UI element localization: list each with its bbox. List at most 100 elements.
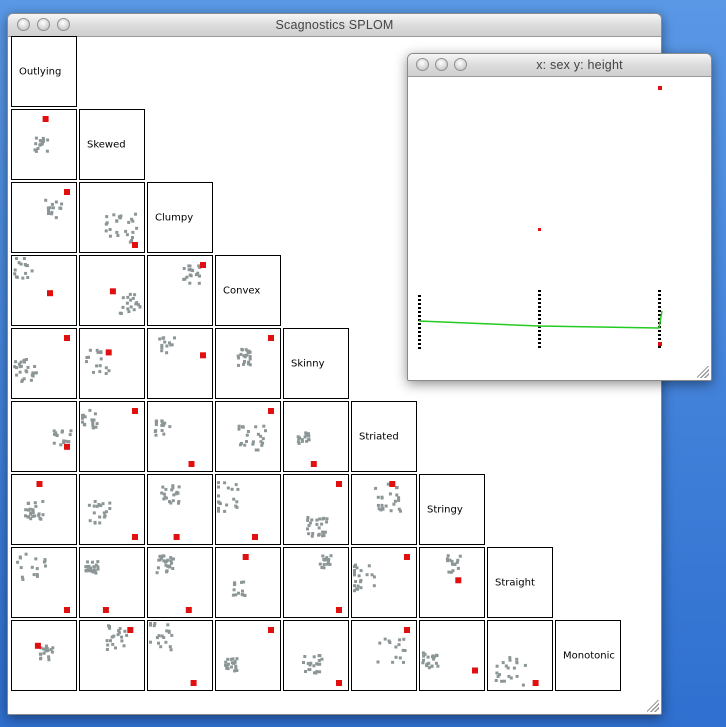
scatterplot-thumbnail[interactable] bbox=[147, 620, 213, 691]
data-point bbox=[86, 560, 89, 564]
scatterplot-thumbnail[interactable] bbox=[215, 474, 281, 545]
thumbnail-plot bbox=[13, 335, 70, 383]
scatterplot-titlebar[interactable]: x: sex y: height bbox=[408, 54, 711, 77]
strip-mark bbox=[538, 342, 541, 344]
data-point bbox=[154, 419, 158, 423]
scatterplot-thumbnail[interactable] bbox=[419, 547, 485, 618]
highlighted-point bbox=[132, 534, 138, 540]
data-point bbox=[26, 276, 30, 279]
data-point bbox=[174, 492, 178, 496]
data-point bbox=[388, 492, 392, 496]
data-point bbox=[114, 646, 117, 650]
scatterplot-thumbnail[interactable] bbox=[11, 109, 77, 180]
data-point bbox=[495, 671, 499, 675]
scagnostic-label: Straight bbox=[495, 577, 535, 588]
data-point bbox=[224, 663, 227, 667]
data-point bbox=[23, 360, 26, 364]
data-point bbox=[501, 661, 505, 665]
thumbnail-plot bbox=[296, 431, 317, 467]
data-point bbox=[92, 568, 96, 572]
scatterplot-thumbnail[interactable] bbox=[79, 328, 145, 399]
scatterplot-thumbnail[interactable] bbox=[11, 620, 77, 691]
scatterplot-thumbnail[interactable] bbox=[79, 255, 145, 326]
data-point bbox=[240, 425, 244, 429]
scatterplot-thumbnail[interactable] bbox=[147, 255, 213, 326]
data-point bbox=[162, 492, 166, 496]
scatterplot-thumbnail[interactable] bbox=[283, 547, 349, 618]
scagnostic-label: Skewed bbox=[87, 139, 126, 150]
scatterplot-thumbnail[interactable] bbox=[283, 474, 349, 545]
data-point bbox=[320, 522, 324, 526]
scatterplot-thumbnail[interactable] bbox=[11, 547, 77, 618]
scatterplot-thumbnail[interactable] bbox=[215, 620, 281, 691]
scatterplot-thumbnail[interactable] bbox=[79, 401, 145, 472]
scatterplot-thumbnail[interactable] bbox=[79, 474, 145, 545]
data-point bbox=[81, 416, 84, 420]
data-point bbox=[161, 485, 165, 489]
scatterplot-thumbnail[interactable] bbox=[487, 620, 553, 691]
data-point bbox=[112, 213, 116, 217]
scatterplot-thumbnail[interactable] bbox=[215, 401, 281, 472]
scatterplot-thumbnail[interactable] bbox=[11, 401, 77, 472]
data-point bbox=[22, 257, 26, 260]
scatterplot-thumbnail[interactable] bbox=[147, 328, 213, 399]
data-point bbox=[129, 305, 133, 309]
data-point bbox=[515, 661, 519, 665]
scatterplot-thumbnail[interactable] bbox=[79, 547, 145, 618]
scatterplot-thumbnail[interactable] bbox=[351, 547, 417, 618]
splom-titlebar[interactable]: Scagnostics SPLOM bbox=[8, 14, 661, 37]
data-point bbox=[105, 221, 109, 225]
data-point bbox=[515, 674, 519, 678]
scatterplot-thumbnail[interactable] bbox=[11, 182, 77, 253]
strip-mark bbox=[658, 294, 661, 296]
data-point bbox=[306, 518, 310, 522]
data-point bbox=[325, 517, 329, 521]
data-point bbox=[155, 571, 159, 575]
scatterplot-thumbnail[interactable] bbox=[215, 547, 281, 618]
data-point bbox=[217, 506, 220, 510]
data-point bbox=[128, 292, 132, 296]
data-point bbox=[502, 679, 506, 683]
data-point bbox=[243, 359, 246, 363]
scatterplot-thumbnail[interactable] bbox=[147, 401, 213, 472]
strip-mark bbox=[658, 310, 661, 312]
scatterplot-thumbnail[interactable] bbox=[351, 474, 417, 545]
data-point bbox=[392, 502, 396, 506]
strip-mark bbox=[418, 347, 421, 349]
scatterplot-canvas[interactable] bbox=[408, 77, 711, 380]
scatterplot-thumbnail[interactable] bbox=[11, 328, 77, 399]
data-point bbox=[13, 268, 17, 272]
resize-grip-icon[interactable] bbox=[697, 366, 709, 378]
scatterplot-thumbnail[interactable] bbox=[283, 620, 349, 691]
data-point bbox=[95, 348, 99, 352]
strip-mark bbox=[418, 315, 421, 317]
scatterplot-area[interactable] bbox=[408, 77, 711, 380]
scatterplot-thumbnail[interactable] bbox=[79, 182, 145, 253]
resize-grip-icon[interactable] bbox=[647, 700, 659, 712]
scatterplot-thumbnail[interactable] bbox=[351, 620, 417, 691]
data-point bbox=[177, 500, 181, 503]
data-point bbox=[431, 655, 434, 659]
scatterplot-thumbnail[interactable] bbox=[11, 255, 77, 326]
data-point bbox=[122, 644, 126, 648]
scatterplot-thumbnail[interactable] bbox=[147, 547, 213, 618]
data-point bbox=[318, 517, 322, 521]
data-point bbox=[398, 638, 402, 642]
scatterplot-thumbnail[interactable] bbox=[283, 401, 349, 472]
thumbnail-plot bbox=[217, 481, 258, 540]
data-point bbox=[259, 440, 263, 444]
data-point bbox=[69, 429, 73, 433]
data-point bbox=[29, 378, 33, 382]
data-point bbox=[237, 363, 240, 367]
thumbnail-plot bbox=[160, 484, 181, 540]
scatterplot-thumbnail[interactable] bbox=[147, 474, 213, 545]
data-point bbox=[39, 657, 42, 661]
data-point bbox=[495, 664, 499, 668]
scatterplot-thumbnail[interactable] bbox=[215, 328, 281, 399]
data-point bbox=[395, 486, 399, 489]
data-point bbox=[242, 362, 245, 366]
scatterplot-thumbnail[interactable] bbox=[11, 474, 77, 545]
scatterplot-thumbnail[interactable] bbox=[79, 620, 145, 691]
scatterplot-thumbnail[interactable] bbox=[419, 620, 485, 691]
thumbnail-plot bbox=[231, 554, 249, 597]
